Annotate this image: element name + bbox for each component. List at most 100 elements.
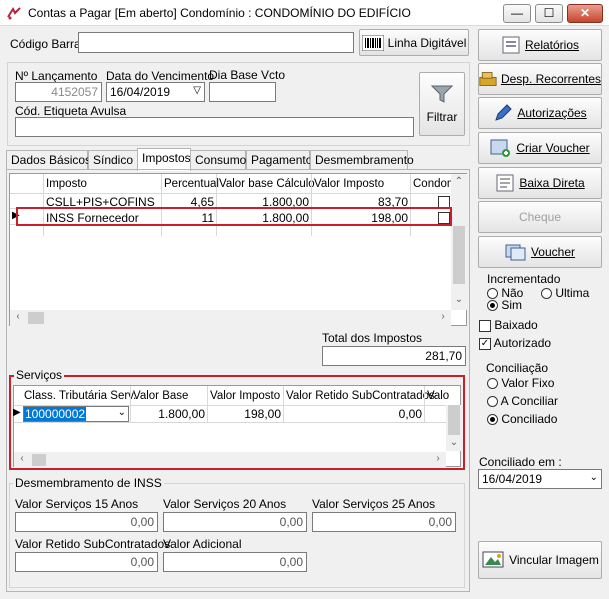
retido-subcontratados-input[interactable]: 0,00 <box>15 552 158 572</box>
conciliacao-a-conciliar-radio[interactable]: A Conciliar <box>487 394 558 408</box>
chevron-down-icon[interactable]: ▽ <box>193 85 201 96</box>
col-valor-retido[interactable]: Valor Retido SubContratados <box>286 390 435 402</box>
baixa-direta-label: Baixa Direta <box>519 176 585 190</box>
row-indicator-icon: ▶ <box>12 210 20 221</box>
tab-consumo[interactable]: Consumo <box>190 150 246 170</box>
filtrar-button[interactable]: Filtrar <box>419 72 465 136</box>
lancamento-input[interactable]: 4152057 <box>15 82 102 102</box>
tab-pagamento[interactable]: Pagamento <box>246 150 312 170</box>
row-condom-checkbox[interactable] <box>438 196 450 208</box>
impostos-vscroll[interactable]: ⌃ ⌄ <box>451 174 467 310</box>
desp-recorrentes-button[interactable]: Desp. Recorrentes <box>478 63 602 95</box>
codigo-barra-input[interactable] <box>78 32 354 53</box>
servicos-hscroll[interactable]: ‹ › <box>14 452 446 468</box>
conciliacao-valor-fixo-radio[interactable]: Valor Fixo <box>487 376 554 390</box>
row-retido: 0,00 <box>398 407 422 421</box>
window-title: Contas a Pagar [Em aberto] Condomínio : … <box>28 6 411 20</box>
scroll-down-icon[interactable]: ⌄ <box>446 437 462 448</box>
chevron-down-icon[interactable]: ⌄ <box>590 472 598 483</box>
minimize-button[interactable]: — <box>503 4 531 23</box>
servicos-20-input[interactable]: 0,00 <box>163 512 307 532</box>
vencimento-label: Data do Vencimento <box>106 69 215 83</box>
close-button[interactable]: ✕ <box>567 4 603 23</box>
col-valor-imposto[interactable]: Valor Imposto <box>314 178 384 190</box>
col-valo[interactable]: Valo <box>427 390 449 402</box>
vincular-imagem-label: Vincular Imagem <box>509 553 599 567</box>
lancamento-label: Nº Lançamento <box>15 69 98 83</box>
scroll-left-icon[interactable]: ‹ <box>14 453 30 464</box>
scroll-right-icon[interactable]: › <box>430 453 446 464</box>
cheque-label: Cheque <box>518 210 562 224</box>
dia-base-label: Dia Base Vcto <box>209 68 286 82</box>
class-tributaria-select[interactable]: 100000002 ⌄ <box>23 406 129 422</box>
retido-subcontratados-label: Valor Retido SubContratados <box>15 537 171 551</box>
impostos-hscroll[interactable]: ‹ › <box>10 310 451 326</box>
scroll-right-icon[interactable]: › <box>435 311 451 322</box>
row-valor: 83,70 <box>377 195 408 209</box>
codigo-barra-label: Código Barra <box>10 37 81 51</box>
conciliacao-title: Conciliação <box>486 361 549 375</box>
col-valor-imposto[interactable]: Valor Imposto <box>210 390 280 402</box>
scroll-thumb[interactable] <box>32 454 46 466</box>
vencimento-date-picker[interactable]: 16/04/2019 ▽ <box>106 82 205 102</box>
servicos-15-label: Valor Serviços 15 Anos <box>15 497 139 511</box>
voucher-label: Voucher <box>530 245 576 259</box>
dia-base-input[interactable] <box>209 82 276 102</box>
scroll-left-icon[interactable]: ‹ <box>10 311 26 322</box>
criar-voucher-button[interactable]: Criar Voucher <box>478 132 602 164</box>
conciliado-em-label: Conciliado em : <box>479 455 562 469</box>
voucher-button[interactable]: Voucher <box>478 236 602 268</box>
impostos-grid[interactable]: Imposto Percentual Valor base Cálculo Va… <box>9 173 467 326</box>
vencimento-value: 16/04/2019 <box>110 85 171 99</box>
tab-dados-basicos[interactable]: Dados Básicos <box>6 150 91 170</box>
baixado-checkbox[interactable]: Baixado <box>479 318 538 332</box>
incrementado-ultima-radio[interactable]: Ultima <box>541 286 589 300</box>
tab-sindico[interactable]: Síndico <box>88 150 138 170</box>
conciliado-em-date-picker[interactable]: 16/04/2019 ⌄ <box>478 469 602 489</box>
relatorios-button[interactable]: Relatórios <box>478 29 602 61</box>
document-icon <box>496 174 514 192</box>
tab-desmembramento[interactable]: Desmembramento <box>310 150 414 170</box>
valor-adicional-input[interactable]: 0,00 <box>163 552 307 572</box>
chevron-down-icon[interactable]: ⌄ <box>118 407 126 418</box>
col-imposto[interactable]: Imposto <box>46 178 87 190</box>
add-voucher-icon <box>490 139 511 157</box>
filter-icon <box>431 85 453 103</box>
conciliacao-conciliado-radio[interactable]: Conciliado <box>487 412 557 426</box>
servicos-25-input[interactable]: 0,00 <box>312 512 456 532</box>
row-base: 1.800,00 <box>262 211 309 225</box>
row-imposto: INSS Fornecedor <box>46 211 139 225</box>
tab-impostos[interactable]: Impostos <box>137 148 191 171</box>
incrementado-sim-radio[interactable]: Sim <box>487 298 522 312</box>
total-impostos-value: 281,70 <box>322 346 466 366</box>
app-icon <box>7 6 21 20</box>
autorizacoes-button[interactable]: Autorizações <box>478 97 602 129</box>
servicos-vscroll[interactable]: ⌄ <box>446 405 462 451</box>
baixa-direta-button[interactable]: Baixa Direta <box>478 167 602 199</box>
scroll-down-icon[interactable]: ⌄ <box>451 294 467 305</box>
servicos-grid[interactable]: Class. Tributária Serv. Valor Base Valor… <box>13 385 462 468</box>
desmembramento-title: Desmembramento de INSS <box>13 476 164 490</box>
col-valor-base[interactable]: Valor Base <box>133 390 188 402</box>
linha-digitavel-button[interactable]: Linha Digitável <box>359 29 469 56</box>
barcode-icon <box>361 34 384 51</box>
scroll-thumb[interactable] <box>28 312 44 324</box>
servicos-25-label: Valor Serviços 25 Anos <box>312 497 436 511</box>
scroll-thumb[interactable] <box>448 405 460 435</box>
col-percentual[interactable]: Percentual <box>164 178 219 190</box>
servicos-20-label: Valor Serviços 20 Anos <box>163 497 287 511</box>
row-percentual: 11 <box>201 211 214 225</box>
scroll-up-icon[interactable]: ⌃ <box>451 176 467 187</box>
maximize-button[interactable]: ☐ <box>535 4 563 23</box>
scroll-thumb[interactable] <box>453 226 465 284</box>
cheque-button[interactable]: Cheque <box>478 201 602 233</box>
vincular-imagem-button[interactable]: Vincular Imagem <box>478 541 602 579</box>
col-condom[interactable]: Condom <box>413 178 456 190</box>
row-condom-checkbox[interactable] <box>438 212 450 224</box>
col-valor-base[interactable]: Valor base Cálculo <box>219 178 315 190</box>
etiqueta-input[interactable] <box>15 117 414 137</box>
image-link-icon <box>482 551 504 568</box>
autorizado-checkbox[interactable]: ✓ Autorizado <box>479 336 551 350</box>
servicos-15-input[interactable]: 0,00 <box>15 512 158 532</box>
col-class-tributaria[interactable]: Class. Tributária Serv. <box>24 390 136 402</box>
